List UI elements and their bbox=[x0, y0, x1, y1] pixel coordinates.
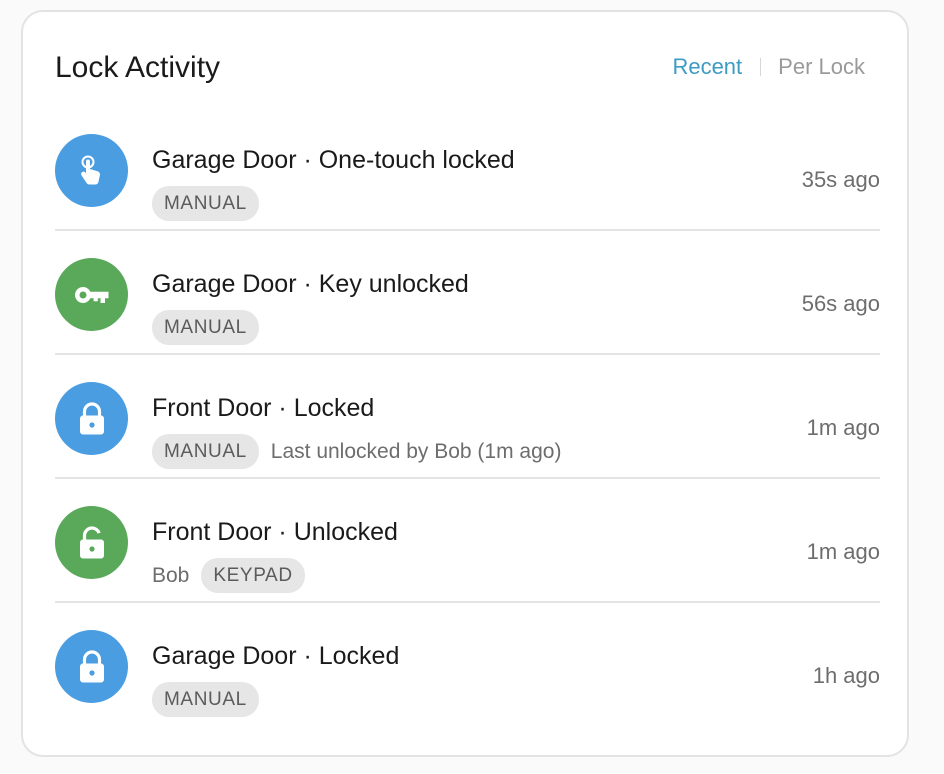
tab-recent[interactable]: Recent bbox=[672, 53, 742, 81]
event-title: Garage Door · One-touch locked bbox=[152, 146, 515, 174]
event-note: Last unlocked by Bob (1m ago) bbox=[270, 439, 562, 463]
unlock-icon bbox=[55, 506, 128, 579]
event-details: MANUAL bbox=[152, 682, 259, 717]
card-title: Lock Activity bbox=[55, 51, 221, 84]
lock-icon bbox=[55, 382, 128, 455]
event-time: 56s ago bbox=[801, 291, 880, 316]
key-icon bbox=[55, 258, 128, 331]
method-badge: MANUAL bbox=[152, 682, 259, 717]
list-item[interactable]: Front Door · Locked MANUAL Last unlocked… bbox=[55, 355, 880, 479]
activity-list: Garage Door · One-touch locked MANUAL 35… bbox=[55, 107, 880, 727]
method-badge: KEYPAD bbox=[201, 558, 305, 593]
event-title: Garage Door · Locked bbox=[152, 642, 400, 670]
event-title: Garage Door · Key unlocked bbox=[152, 270, 469, 298]
event-time: 1m ago bbox=[806, 539, 880, 564]
event-details: MANUAL Last unlocked by Bob (1m ago) bbox=[152, 434, 561, 469]
lock-activity-card: Lock Activity Recent Per Lock Garage Doo… bbox=[21, 10, 909, 757]
event-time: 1m ago bbox=[806, 415, 880, 440]
list-item[interactable]: Front Door · Unlocked Bob KEYPAD 1m ago bbox=[55, 479, 880, 603]
event-details: Bob KEYPAD bbox=[152, 558, 305, 593]
event-time: 35s ago bbox=[801, 167, 880, 192]
tab-per-lock[interactable]: Per Lock bbox=[778, 53, 865, 81]
event-details: MANUAL bbox=[152, 310, 259, 345]
tab-divider bbox=[760, 58, 762, 76]
event-details: MANUAL bbox=[152, 186, 259, 221]
method-badge: MANUAL bbox=[152, 186, 259, 221]
event-title: Front Door · Locked bbox=[152, 394, 375, 422]
lock-icon bbox=[55, 630, 128, 703]
event-title: Front Door · Unlocked bbox=[152, 518, 398, 546]
list-item[interactable]: Garage Door · Key unlocked MANUAL 56s ag… bbox=[55, 231, 880, 355]
method-badge: MANUAL bbox=[152, 310, 259, 345]
touch-icon bbox=[55, 134, 128, 207]
list-item[interactable]: Garage Door · Locked MANUAL 1h ago bbox=[55, 603, 880, 727]
event-time: 1h ago bbox=[812, 663, 880, 688]
view-tabs: Recent Per Lock bbox=[672, 53, 865, 81]
event-user: Bob bbox=[152, 563, 190, 587]
method-badge: MANUAL bbox=[152, 434, 259, 469]
list-item[interactable]: Garage Door · One-touch locked MANUAL 35… bbox=[55, 107, 880, 231]
